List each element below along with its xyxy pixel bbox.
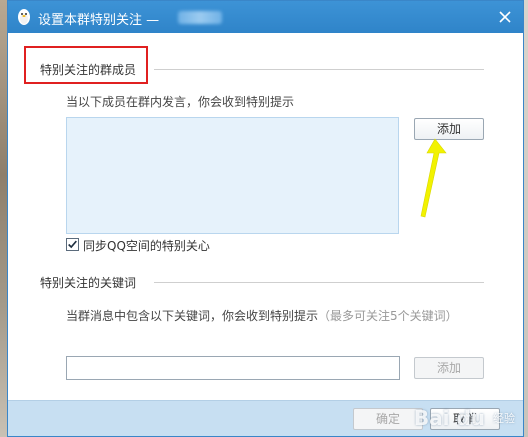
members-section-divider bbox=[154, 69, 484, 70]
blurred-group-name bbox=[178, 11, 222, 24]
keywords-section-title: 特别关注的关键词 bbox=[40, 276, 137, 290]
sync-qzone-checkbox[interactable] bbox=[66, 238, 79, 251]
baidu-watermark-sub: 经验 bbox=[493, 412, 515, 425]
checkmark-icon bbox=[68, 240, 77, 249]
dialog-footer: 确定 取消 Bai du 经验 bbox=[8, 400, 523, 436]
keyword-input[interactable] bbox=[66, 356, 400, 380]
sync-qzone-label: 同步QQ空间的特别关心 bbox=[83, 239, 210, 253]
members-hint: 当以下成员在群内发言，你会收到特别提示 bbox=[66, 95, 295, 109]
add-keyword-button[interactable]: 添加 bbox=[414, 357, 484, 379]
qq-penguin-icon bbox=[18, 9, 30, 25]
annotation-arrow bbox=[420, 138, 447, 218]
baidu-watermark-logo: Bai du bbox=[413, 406, 485, 430]
keywords-hint: 当群消息中包含以下关键词，你会收到特别提示（最多可关注5个关键词） bbox=[66, 307, 458, 324]
members-section-title: 特别关注的群成员 bbox=[40, 63, 137, 77]
close-icon bbox=[499, 11, 511, 23]
close-button[interactable] bbox=[495, 7, 515, 27]
window-title: 设置本群特别关注 — bbox=[38, 13, 160, 28]
keywords-hint-main: 当群消息中包含以下关键词，你会收到特别提示 bbox=[66, 309, 319, 323]
confirm-button[interactable]: 确定 bbox=[353, 408, 423, 430]
member-list[interactable] bbox=[66, 117, 399, 234]
title-bar[interactable]: 设置本群特别关注 — bbox=[8, 1, 523, 33]
keywords-hint-note: （最多可关注5个关键词） bbox=[318, 309, 458, 323]
special-attention-dialog: 设置本群特别关注 — 特别关注的群成员 当以下成员在群内发言，你会收到特别提示 … bbox=[7, 0, 524, 437]
keywords-section-divider bbox=[154, 282, 484, 283]
